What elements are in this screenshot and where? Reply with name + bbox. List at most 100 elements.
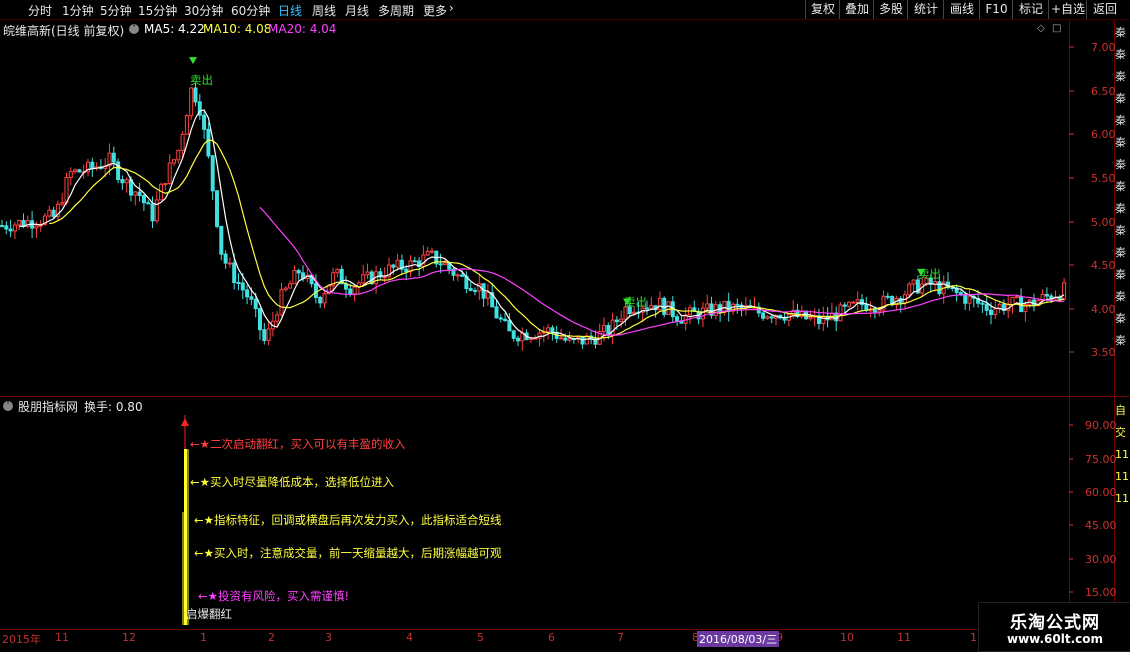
period-tab-weekly[interactable]: 周线 <box>312 2 336 19</box>
candle-body <box>223 253 228 264</box>
price-axis-ticks <box>1069 46 1074 353</box>
candle-body <box>761 312 766 319</box>
candle-body <box>361 274 366 284</box>
candle-body <box>206 128 211 157</box>
candle-body <box>73 169 78 173</box>
candle-body <box>215 190 219 227</box>
candle-body <box>765 316 770 319</box>
candle-body <box>163 183 168 185</box>
chart-header: 皖维高新(日线 前复权) ˅ MA5: 4.22 MA10: 4.08 MA20… <box>0 20 1061 38</box>
candle-body <box>993 308 998 315</box>
candle-body <box>821 315 826 325</box>
watermark-url: www.60lt.com <box>1006 632 1104 646</box>
candlestick-chart[interactable] <box>0 38 1069 396</box>
x-tick: 11 <box>55 631 69 644</box>
period-tab-60min[interactable]: 60分钟 <box>231 2 270 19</box>
candle-body <box>124 179 129 184</box>
candle-body <box>120 179 125 184</box>
sell-signal-label: 卖出 <box>190 73 213 87</box>
candle-body <box>460 274 465 277</box>
candle-body <box>12 224 17 232</box>
x-tick: 1 <box>200 631 207 644</box>
candle-body <box>1014 296 1019 299</box>
right-info-panel: 秦秦秦秦秦秦秦秦秦秦秦秦秦秦秦 <box>1115 26 1126 347</box>
sell-arrow-icon <box>189 57 197 65</box>
period-tab-15min[interactable]: 15分钟 <box>138 2 177 19</box>
button-tongji[interactable]: 统计 <box>907 0 944 19</box>
candle-body <box>8 228 13 232</box>
diamond-icon[interactable]: ◇ <box>1037 23 1045 34</box>
annotation-text: ←★买入时尽量降低成本，选择低位进入 <box>190 475 394 489</box>
candle-body <box>602 325 606 332</box>
candle-body <box>275 314 280 322</box>
candle-body <box>253 298 258 310</box>
candle-body <box>860 299 864 306</box>
candle-body <box>4 225 9 230</box>
button-add-watchlist[interactable]: +自选 <box>1048 0 1087 19</box>
period-tab-5min[interactable]: 5分钟 <box>100 2 132 19</box>
candle-body <box>507 319 512 332</box>
candle-body <box>232 262 237 283</box>
window-icon[interactable]: □ <box>1052 23 1061 34</box>
candle-body <box>279 289 284 316</box>
x-tick: 3 <box>325 631 332 644</box>
candle-body <box>184 115 189 135</box>
candle-body <box>1010 296 1015 306</box>
period-tab-daily[interactable]: 日线 <box>278 2 302 19</box>
button-duogu[interactable]: 多股 <box>873 0 908 19</box>
candle-body <box>1044 293 1049 297</box>
annotation-text: ←★买入时，注意成交量，前一天缩量越大，后期涨幅越可观 <box>194 546 502 560</box>
annotation-text: ←★投资有风险，买入需谨慎! <box>198 589 350 603</box>
candle-body <box>498 317 503 320</box>
candle-body <box>473 289 477 292</box>
annotation-text: ←★指标特征，回调或横盘后再次发力买入，此指标适合短线 <box>194 513 502 527</box>
candle-body <box>240 282 245 291</box>
x-tick: 5 <box>477 631 484 644</box>
period-tab-multi[interactable]: 多周期 <box>378 2 414 19</box>
button-back[interactable]: 返回 <box>1086 0 1123 19</box>
period-tab-30min[interactable]: 30分钟 <box>184 2 223 19</box>
chevron-down-icon[interactable]: ˅ <box>129 24 139 34</box>
candle-body <box>769 316 774 319</box>
period-tab-monthly[interactable]: 月线 <box>345 2 369 19</box>
candle-body <box>296 270 301 274</box>
annotation-text: ←★二次启动翻红，买入可以有丰盈的收入 <box>190 437 406 451</box>
candle-body <box>60 202 65 205</box>
candle-body <box>485 292 490 299</box>
candle-body <box>133 191 138 196</box>
candle-body <box>395 259 400 268</box>
button-huaxian[interactable]: 画线 <box>943 0 980 19</box>
period-tab-fenshi[interactable]: 分时 <box>28 2 52 19</box>
candle-body <box>154 199 159 222</box>
candle-body <box>937 281 942 295</box>
candle-body <box>193 87 198 103</box>
candle-body <box>546 327 551 333</box>
x-tick: 2015年 <box>2 633 41 646</box>
candle-body <box>907 283 912 296</box>
candle-body <box>537 332 542 339</box>
candle-body <box>245 289 250 298</box>
candle-body <box>141 195 146 204</box>
period-tab-more[interactable]: 更多 <box>423 2 447 19</box>
candle-body <box>292 270 297 285</box>
candle-body <box>614 319 619 323</box>
x-tick: 12 <box>122 631 136 644</box>
ma5-line <box>19 109 1065 341</box>
candle-body <box>365 271 370 276</box>
candle-body <box>430 250 434 253</box>
button-fuquan[interactable]: 复权 <box>805 0 840 19</box>
chevron-right-icon[interactable]: › <box>449 1 454 15</box>
candle-body <box>249 296 254 300</box>
candle-body <box>657 297 662 311</box>
candle-body <box>322 293 327 304</box>
candle-body <box>511 330 516 339</box>
indicator-chart[interactable] <box>0 397 1069 629</box>
button-diejia[interactable]: 叠加 <box>839 0 874 19</box>
button-f10[interactable]: F10 <box>979 0 1013 19</box>
x-tick: 10 <box>840 631 854 644</box>
period-tab-1min[interactable]: 1分钟 <box>62 2 94 19</box>
candle-body <box>559 337 563 340</box>
candle-body <box>984 303 989 311</box>
button-biaoji[interactable]: 标记 <box>1012 0 1049 19</box>
candle-body <box>318 297 323 304</box>
